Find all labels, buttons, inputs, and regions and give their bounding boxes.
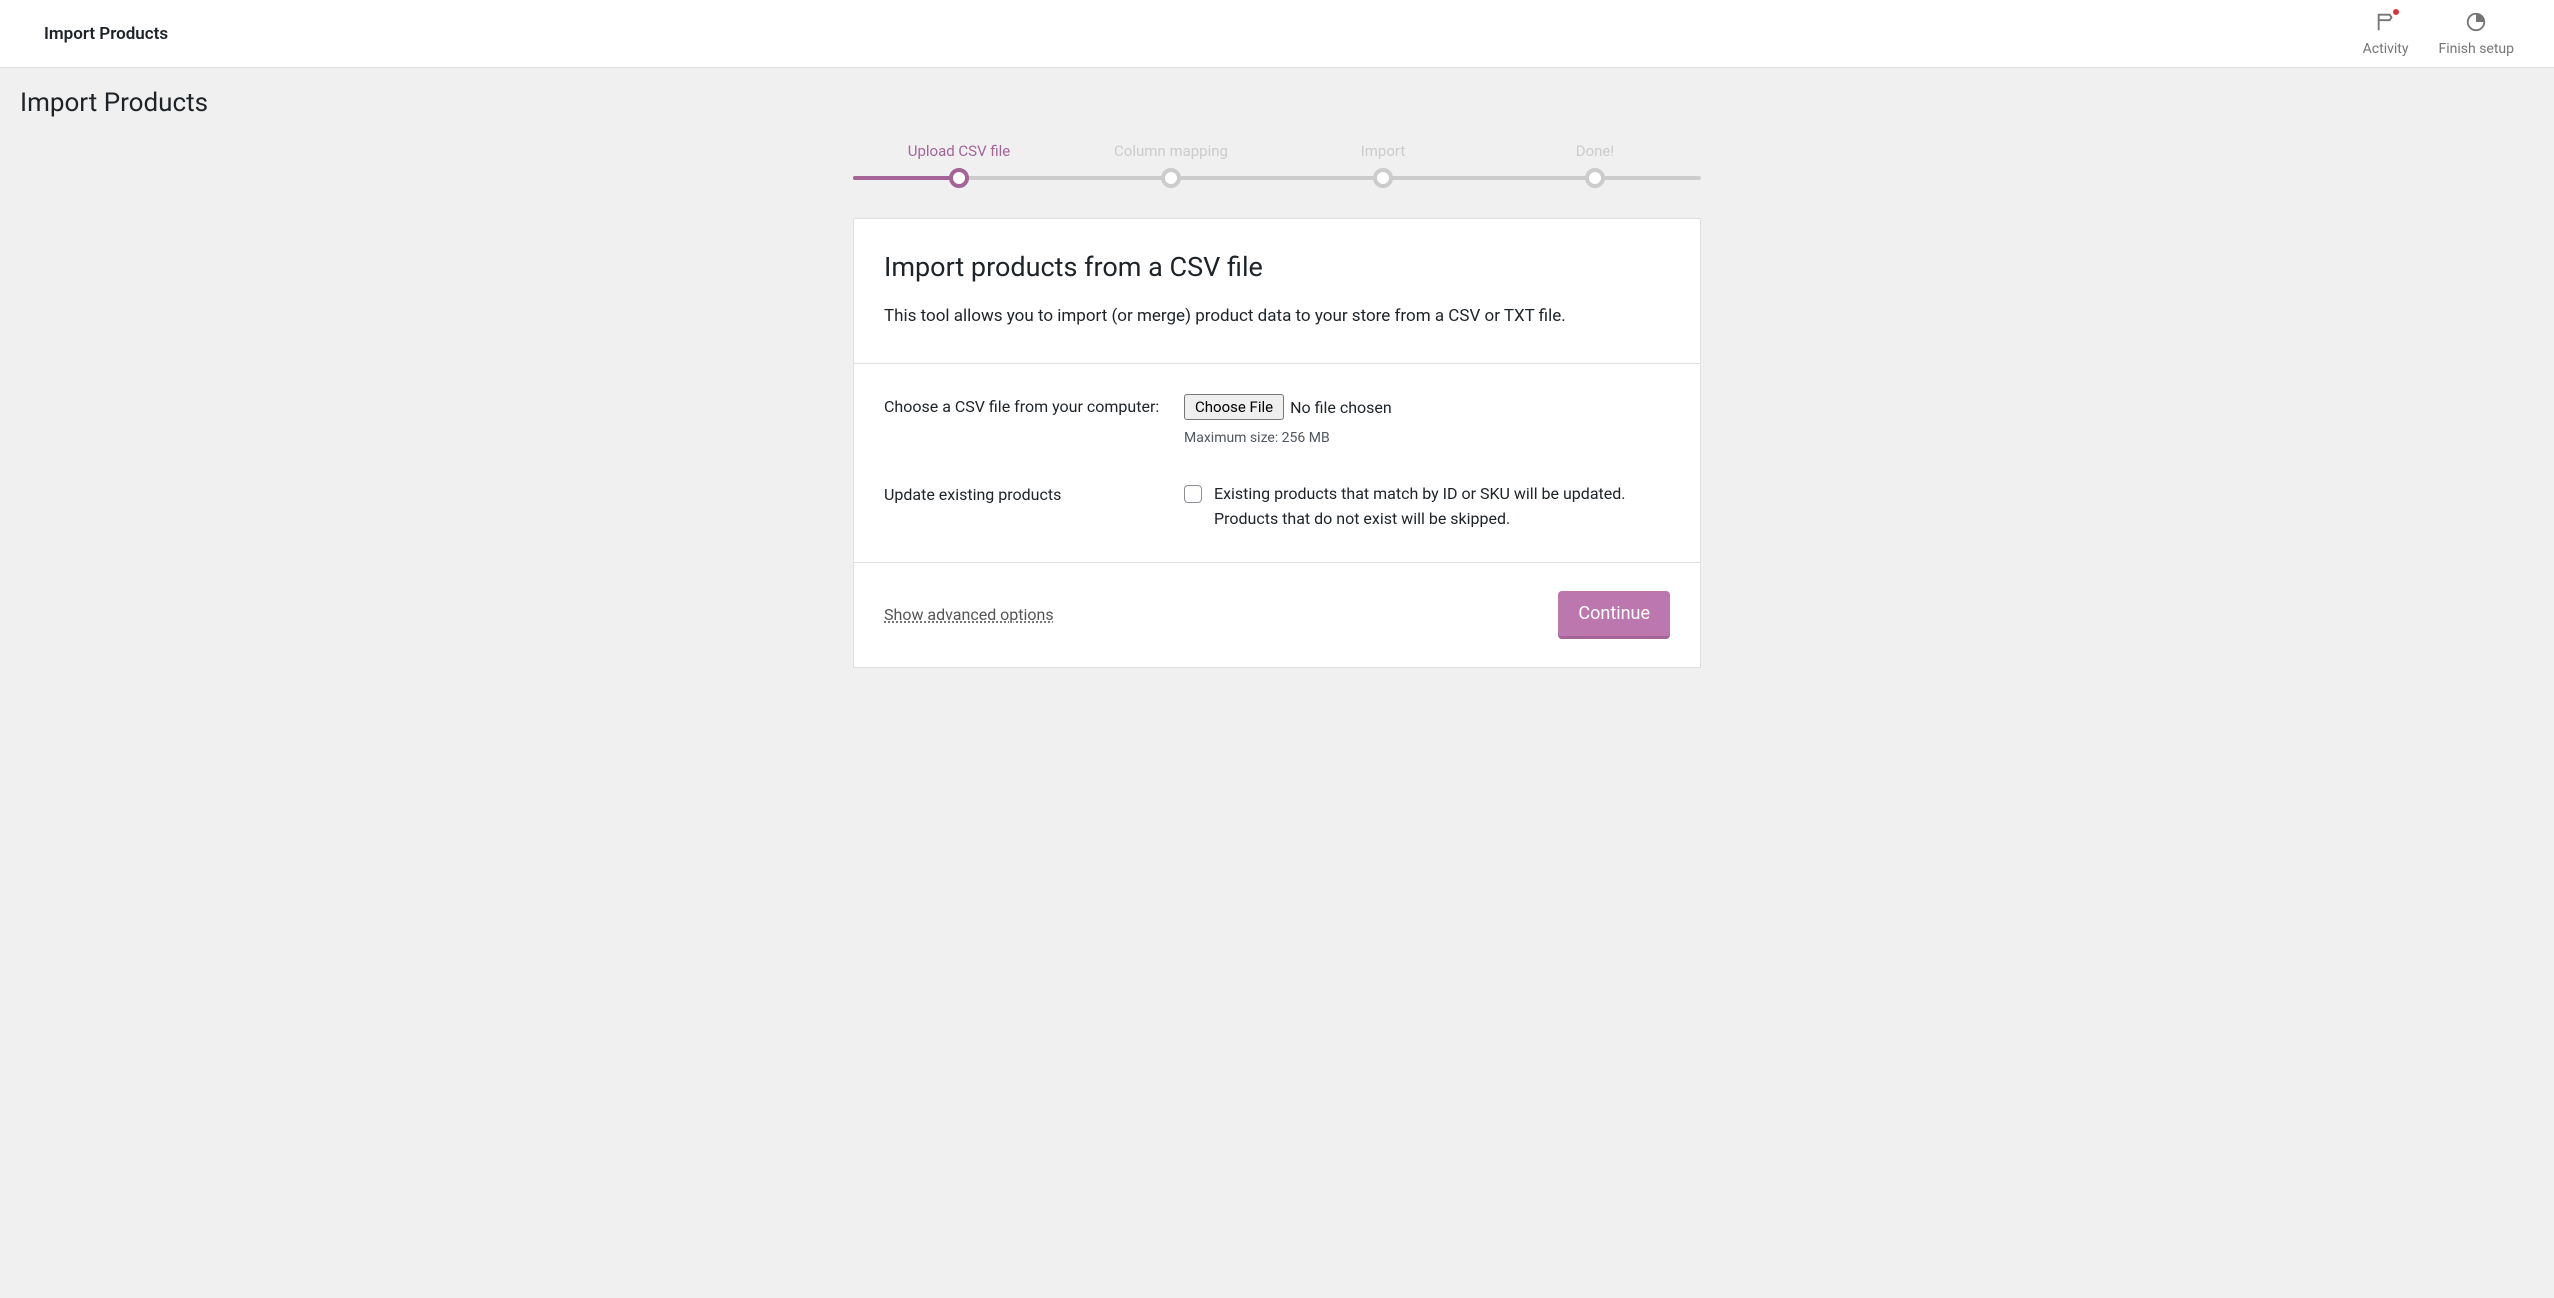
file-control: Choose File No file chosen Maximum size:… (1184, 394, 1670, 446)
choose-file-button[interactable]: Choose File (1184, 394, 1284, 420)
update-description: Existing products that match by ID or SK… (1214, 482, 1670, 532)
step-label: Column mapping (1114, 142, 1228, 160)
top-bar-title: Import Products (44, 24, 168, 44)
update-existing-checkbox[interactable] (1184, 485, 1202, 503)
update-label: Update existing products (884, 482, 1164, 532)
card-body: Choose a CSV file from your computer: Ch… (854, 364, 1700, 563)
step-done: Done! (1489, 142, 1701, 188)
file-hint: Maximum size: 256 MB (1184, 430, 1670, 446)
file-row: Choose a CSV file from your computer: Ch… (884, 394, 1670, 446)
step-label: Done! (1576, 142, 1615, 160)
card-header: Import products from a CSV file This too… (854, 219, 1700, 364)
step-dot-icon (949, 168, 969, 188)
wizard-container: Upload CSV file Column mapping Import Do… (853, 142, 1701, 668)
continue-button[interactable]: Continue (1558, 591, 1670, 639)
show-advanced-link[interactable]: Show advanced options (884, 605, 1054, 624)
update-row: Update existing products Existing produc… (884, 482, 1670, 532)
finish-setup-label: Finish setup (2439, 41, 2515, 57)
progress-circle-icon (2465, 11, 2487, 37)
page-heading: Import Products (0, 68, 2554, 142)
card-title: Import products from a CSV file (884, 251, 1670, 283)
finish-setup-button[interactable]: Finish setup (2439, 11, 2515, 57)
progress-steps: Upload CSV file Column mapping Import Do… (853, 142, 1701, 188)
flag-icon (2375, 11, 2397, 37)
step-dot-icon (1373, 168, 1393, 188)
step-label: Upload CSV file (908, 142, 1011, 160)
step-dot-icon (1585, 168, 1605, 188)
step-dot-icon (1161, 168, 1181, 188)
top-bar-actions: Activity Finish setup (2363, 11, 2514, 57)
card-footer: Show advanced options Continue (854, 563, 1700, 667)
step-mapping: Column mapping (1065, 142, 1277, 188)
step-upload: Upload CSV file (853, 142, 1065, 188)
file-input-row: Choose File No file chosen (1184, 394, 1670, 420)
file-status: No file chosen (1290, 398, 1392, 417)
update-control: Existing products that match by ID or SK… (1184, 482, 1670, 532)
notification-dot-icon (2393, 9, 2399, 15)
card-description: This tool allows you to import (or merge… (884, 303, 1670, 329)
step-label: Import (1361, 142, 1406, 160)
step-import: Import (1277, 142, 1489, 188)
activity-label: Activity (2363, 41, 2409, 57)
checkbox-row: Existing products that match by ID or SK… (1184, 482, 1670, 532)
activity-button[interactable]: Activity (2363, 11, 2409, 57)
top-bar: Import Products Activity Finish setup (0, 0, 2554, 68)
import-card: Import products from a CSV file This too… (853, 218, 1701, 668)
file-label: Choose a CSV file from your computer: (884, 394, 1164, 446)
